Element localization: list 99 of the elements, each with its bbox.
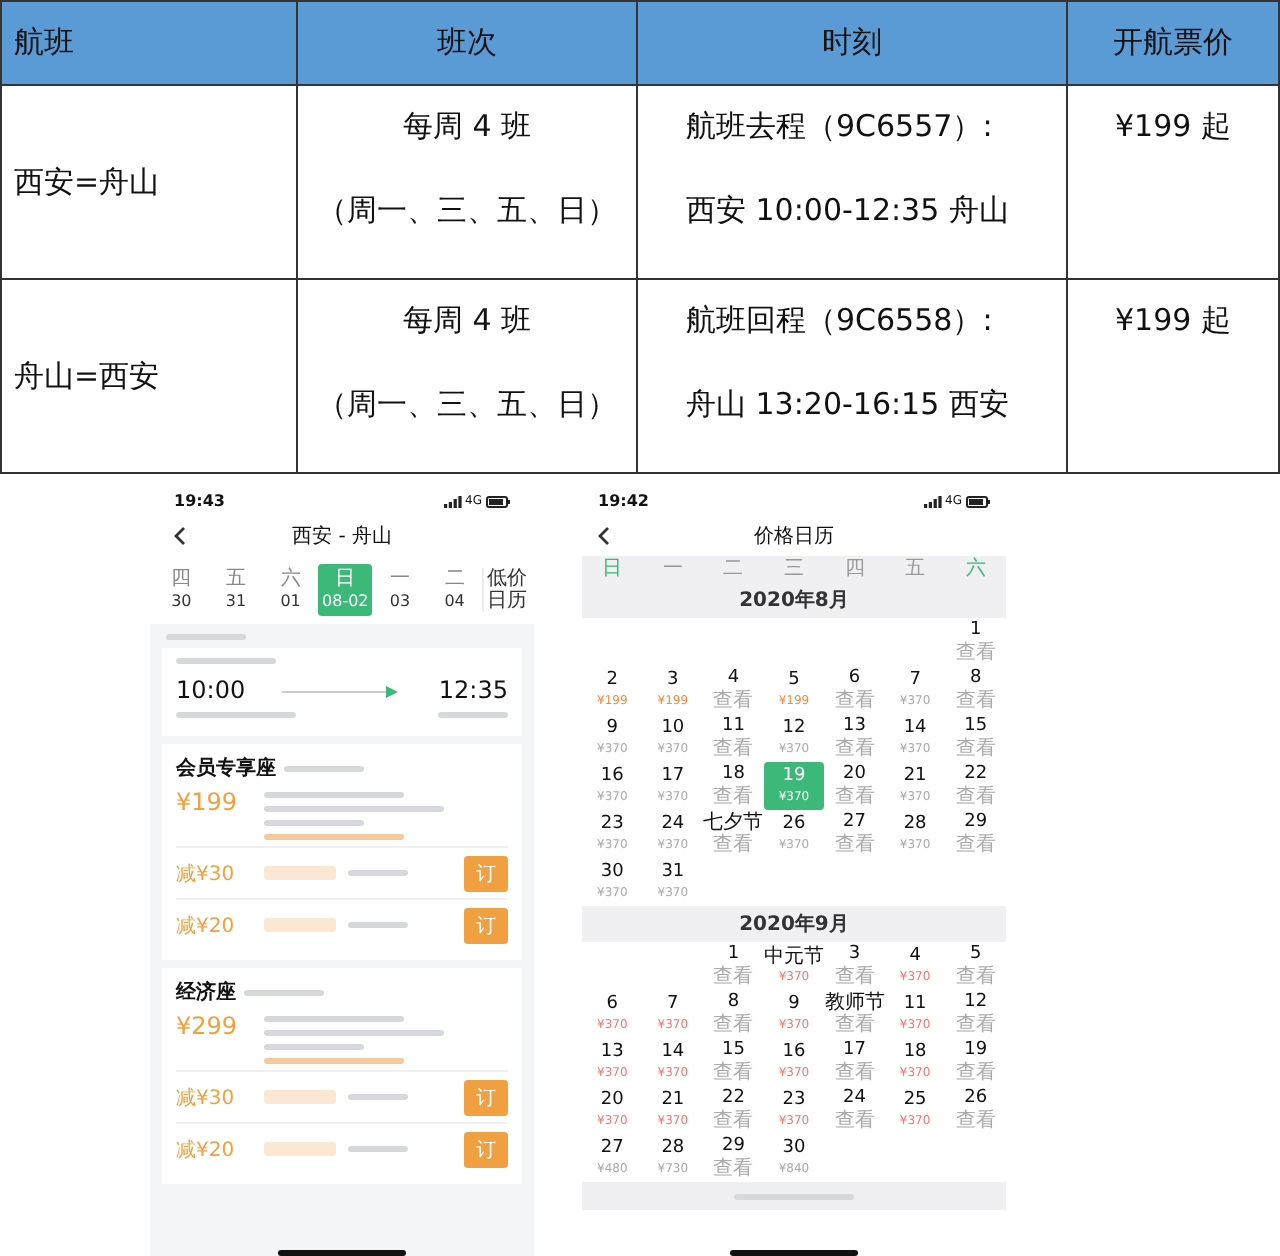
month-title: 2020年8月: [739, 587, 849, 614]
flight-path-icon: [282, 682, 402, 698]
calendar-day[interactable]: 3 查看: [824, 942, 885, 990]
column-header: 航班: [14, 24, 74, 60]
text-placeholder-line: [284, 765, 364, 771]
offer-tag: [264, 866, 336, 880]
calendar-day[interactable]: 13 查看: [824, 714, 885, 762]
calendar-day[interactable]: 19 查看: [945, 1038, 1006, 1086]
screen-title: 西安 - 舟山: [292, 523, 392, 550]
price-text: ¥199 起: [1113, 106, 1233, 146]
calendar-day[interactable]: 8 查看: [703, 990, 764, 1038]
schedule-text: 舟山 13:20-16:15 西安: [686, 384, 1011, 424]
weekday-label: 二: [721, 557, 746, 581]
calendar-day[interactable]: 5 查看: [945, 942, 1006, 990]
text-placeholder-line: [348, 1094, 408, 1100]
calendar-day[interactable]: 26 查看: [945, 1086, 1006, 1134]
calendar-day[interactable]: 29 查看: [703, 1134, 764, 1182]
text-placeholder-line: [264, 792, 404, 798]
text-placeholder-line: [264, 1044, 364, 1050]
text-placeholder-line: [348, 870, 408, 876]
text-placeholder-line: [264, 834, 404, 840]
battery-icon: [966, 495, 990, 507]
cabin-price: ¥299: [176, 1012, 240, 1044]
discount-label: 减¥20: [176, 1137, 237, 1163]
back-icon[interactable]: [598, 526, 610, 546]
calendar-day[interactable]: 24 查看: [824, 1086, 885, 1134]
frequency-text: 每周 4 班: [400, 300, 534, 340]
weekday-label: 六: [963, 557, 988, 581]
weekday-label: 三: [781, 557, 806, 581]
calendar-day[interactable]: 4 查看: [703, 666, 764, 714]
battery-icon: [486, 495, 510, 507]
calendar-day[interactable]: 22 查看: [945, 762, 1006, 810]
signal-icon: [923, 495, 942, 507]
month-title: 2020年9月: [739, 911, 849, 938]
weekday-label: 一: [660, 557, 685, 581]
calendar-day[interactable]: 6 查看: [824, 666, 885, 714]
text-placeholder-line: [348, 922, 408, 928]
screen-title: 价格日历: [754, 523, 834, 550]
weekday-label: 五: [903, 557, 928, 581]
arrival-time: 12:35: [438, 676, 508, 704]
calendar-day[interactable]: 七夕节 查看: [703, 810, 764, 858]
calendar-day[interactable]: 8 查看: [945, 666, 1006, 714]
column-header: 班次: [437, 24, 497, 60]
calendar-day[interactable]: 29 查看: [945, 810, 1006, 858]
calendar-day[interactable]: 22 查看: [703, 1086, 764, 1134]
calendar-day[interactable]: 15 查看: [703, 1038, 764, 1086]
route-text: 西安=舟山: [14, 163, 160, 199]
column-header: 开航票价: [1113, 24, 1233, 60]
frequency-text: （周一、三、五、日）: [315, 190, 619, 230]
discount-label: 减¥30: [176, 1085, 237, 1111]
date-tab[interactable]: 一 03: [372, 564, 428, 616]
status-time: 19:43: [174, 492, 225, 510]
text-placeholder-line: [176, 712, 296, 718]
discount-label: 减¥20: [176, 913, 237, 939]
weekday-label: 四: [842, 557, 867, 581]
calendar-day[interactable]: 17 查看: [824, 1038, 885, 1086]
weekday-label: 日: [600, 557, 625, 581]
calendar-day[interactable]: 1 查看: [945, 618, 1006, 666]
calendar-day[interactable]: 1 查看: [703, 942, 764, 990]
back-icon[interactable]: [174, 526, 186, 546]
text-placeholder-line: [264, 1058, 404, 1064]
home-indicator: [278, 1250, 406, 1256]
offer-tag: [264, 1142, 336, 1156]
signal-icon: [443, 495, 462, 507]
column-header: 时刻: [822, 24, 882, 60]
cabin-price: ¥199: [176, 788, 240, 820]
text-placeholder-line: [244, 989, 324, 995]
date-tab[interactable]: 二 04: [427, 564, 482, 616]
calendar-day[interactable]: 20 查看: [824, 762, 885, 810]
route-text: 舟山=西安: [14, 357, 160, 393]
price-text: ¥199 起: [1113, 300, 1233, 340]
schedule-text: 航班回程（9C6558）:: [686, 300, 995, 340]
offer-tag: [264, 1090, 336, 1104]
calendar-day[interactable]: 18 查看: [703, 762, 764, 810]
calendar-day[interactable]: 11 查看: [703, 714, 764, 762]
frequency-text: （周一、三、五、日）: [315, 384, 619, 424]
date-tab[interactable]: 四 30: [154, 564, 209, 616]
offer-tag: [264, 918, 336, 932]
cabin-name: 会员专享座: [176, 754, 276, 782]
calendar-day[interactable]: 15 查看: [945, 714, 1006, 762]
calendar-day[interactable]: 12 查看: [945, 990, 1006, 1038]
text-placeholder-line: [264, 1016, 404, 1022]
discount-label: 减¥30: [176, 861, 237, 887]
status-time: 19:42: [598, 492, 649, 510]
schedule-text: 航班去程（9C6557）:: [686, 106, 995, 146]
date-tab[interactable]: 五 31: [208, 564, 264, 616]
text-placeholder-line: [348, 1146, 408, 1152]
text-placeholder-line: [264, 820, 364, 826]
schedule-text: 西安 10:00-12:35 舟山: [686, 190, 1011, 230]
text-placeholder-line: [176, 658, 276, 664]
text-placeholder-line: [438, 712, 508, 718]
calendar-button[interactable]: 低价日历: [481, 568, 530, 612]
calendar-day[interactable]: 教师节 查看: [824, 990, 885, 1038]
home-indicator: [730, 1250, 858, 1256]
calendar-day[interactable]: 27 查看: [824, 810, 885, 858]
frequency-text: 每周 4 班: [400, 106, 534, 146]
cabin-name: 经济座: [176, 978, 236, 1006]
date-tab[interactable]: 六 01: [263, 564, 318, 616]
departure-time: 10:00: [176, 676, 246, 704]
